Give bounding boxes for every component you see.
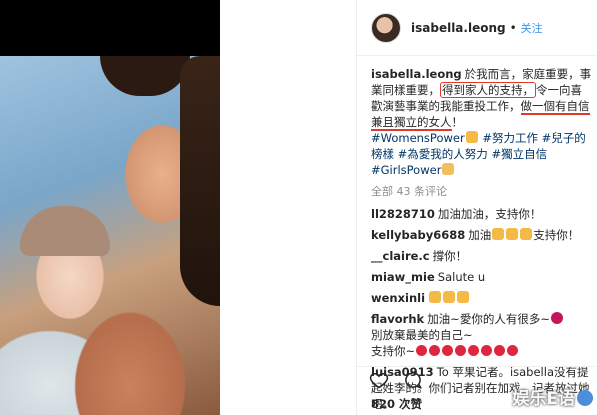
- comment-section: isabella.leong 於我而言，家庭重要，事業同樣重要， 得到家人的支持，令…: [371, 66, 593, 415]
- comment-count[interactable]: 全部 43 条评论: [371, 184, 593, 200]
- heart-emoji: [468, 345, 480, 356]
- flexed-arm-emoji: [506, 228, 519, 240]
- comment-row: miaw_mie Salute u: [371, 269, 593, 285]
- flexed-arm-emoji: [429, 291, 442, 303]
- heart-emoji: [481, 345, 493, 356]
- heart-emoji: [507, 345, 519, 356]
- watermark-logo-icon: [577, 390, 593, 406]
- heart-emoji: [442, 345, 454, 356]
- comment-bubble-icon[interactable]: [403, 370, 423, 390]
- comment-text: Salute u: [437, 270, 486, 284]
- comment-text: 加油: [468, 228, 492, 242]
- separator-dot: •: [509, 20, 517, 35]
- caption-username[interactable]: isabella.leong: [371, 67, 462, 81]
- comment-text-2: 別放棄最美的自己~: [371, 328, 473, 342]
- avatar[interactable]: [371, 12, 401, 43]
- comment-username[interactable]: miaw_mie: [371, 270, 435, 284]
- flexed-arm-emoji: [520, 228, 533, 240]
- post-photo-panel: [0, 0, 356, 415]
- comment-username[interactable]: __claire.c: [371, 249, 430, 263]
- instagram-post-panel: isabella.leong • 关注 isabella.leong 於我而言，家…: [356, 0, 597, 415]
- post-caption: isabella.leong 於我而言，家庭重要，事業同樣重要， 得到家人的支持，令…: [371, 66, 593, 178]
- baby-hair: [20, 206, 110, 256]
- comment-text-2: 支持你！: [533, 228, 580, 242]
- comment-username[interactable]: flavorhk: [371, 312, 424, 326]
- comment-text: 撐你！: [432, 249, 468, 263]
- watermark: 娱乐E语: [512, 384, 593, 409]
- rose-emoji: [550, 312, 563, 324]
- comment-username[interactable]: kellybaby6688: [371, 228, 465, 242]
- follow-button[interactable]: 关注: [521, 20, 543, 36]
- comment-row: wenxinli: [371, 290, 593, 306]
- comment-row: __claire.c 撐你！: [371, 248, 593, 264]
- heart-emoji: [455, 345, 467, 356]
- heart-outline-icon[interactable]: [369, 370, 389, 390]
- comment-text: 加油加油，支持你！: [437, 207, 542, 221]
- heart-emoji: [416, 345, 428, 356]
- caption-text-after: ！: [451, 115, 464, 129]
- heart-emoji: [429, 345, 441, 356]
- raised-hands-emoji: [442, 163, 455, 175]
- post-header: isabella.leong • 关注: [357, 0, 597, 56]
- comment-username[interactable]: ll2828710: [371, 207, 435, 221]
- black-bar: [0, 0, 220, 56]
- caption-hashtag[interactable]: #WomensPower: [371, 131, 465, 145]
- flexed-arm-emoji: [465, 131, 478, 143]
- mother-hair: [180, 56, 220, 306]
- likes-count[interactable]: 820 次赞: [371, 396, 422, 412]
- comment-text-3: 支持你~: [371, 344, 416, 358]
- header-username[interactable]: isabella.leong: [411, 21, 506, 35]
- flexed-arm-emoji: [492, 228, 505, 240]
- watermark-text: 娱乐E语: [512, 389, 575, 409]
- flexed-arm-emoji: [443, 291, 456, 303]
- heart-emoji: [494, 345, 506, 356]
- post-photo[interactable]: [0, 56, 220, 415]
- comment-text: 加油~愛你的人有很多~: [427, 312, 550, 326]
- mother-hair-top: [100, 56, 190, 96]
- comment-row: flavorhk 加油~愛你的人有很多~ 別放棄最美的自己~ 支持你~: [371, 311, 593, 359]
- comment-row: ll2828710 加油加油，支持你！: [371, 206, 593, 222]
- comment-row: kellybaby6688 加油 支持你！: [371, 227, 593, 243]
- flexed-arm-emoji: [457, 291, 470, 303]
- caption-highlight-boxed: 得到家人的支持，: [440, 82, 536, 98]
- comment-username[interactable]: wenxinli: [371, 291, 425, 305]
